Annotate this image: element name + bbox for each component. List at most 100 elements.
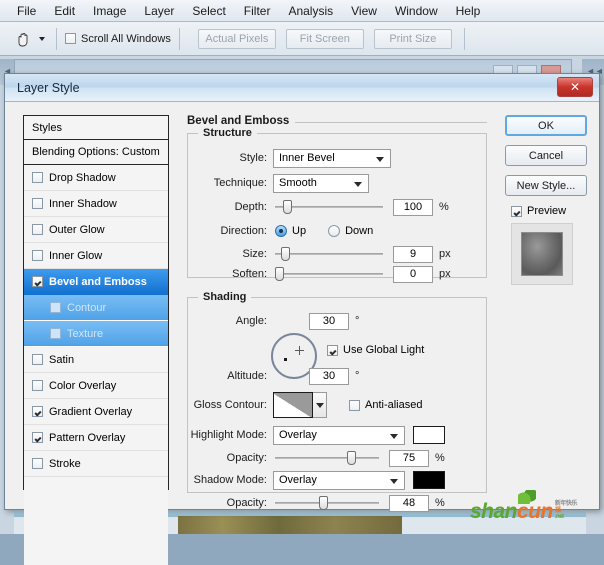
highlight-mode-value: Overlay <box>279 429 317 441</box>
styles-list-empty-space <box>24 477 168 565</box>
menu-item-edit[interactable]: Edit <box>45 0 84 22</box>
sidebar-item-inner-glow[interactable]: Inner Glow <box>24 243 168 269</box>
direction-down-radio[interactable]: Down <box>328 225 373 237</box>
fit-screen-button[interactable]: Fit Screen <box>285 28 364 49</box>
watermark-tag-1: 新年快乐 <box>554 500 578 507</box>
contour-checkbox[interactable] <box>50 302 61 313</box>
soften-slider-thumb[interactable] <box>275 267 284 281</box>
sidebar-item-texture[interactable]: Texture <box>24 321 168 347</box>
gloss-contour-chevron-down-icon[interactable] <box>313 392 327 418</box>
anti-aliased-checkbox[interactable]: Anti-aliased <box>349 399 422 411</box>
close-icon[interactable]: ✕ <box>557 77 593 97</box>
menu-item-help[interactable]: Help <box>447 0 490 22</box>
print-size-button[interactable]: Print Size <box>373 28 452 49</box>
hand-tool-icon[interactable] <box>10 27 36 51</box>
sidebar-item-drop-shadow[interactable]: Drop Shadow <box>24 165 168 191</box>
sidebar-item-stroke[interactable]: Stroke <box>24 451 168 477</box>
style-select[interactable]: Inner Bevel <box>273 148 391 168</box>
tool-preset-chevron-down-icon[interactable] <box>36 27 48 51</box>
sidebar-item-pattern-overlay[interactable]: Pattern Overlay <box>24 425 168 451</box>
actual-pixels-button[interactable]: Actual Pixels <box>197 28 276 49</box>
drop-shadow-checkbox[interactable] <box>32 172 43 183</box>
depth-unit: % <box>439 201 449 213</box>
outer-glow-checkbox[interactable] <box>32 224 43 235</box>
gloss-contour-picker[interactable] <box>273 392 327 418</box>
menu-item-window[interactable]: Window <box>386 0 447 22</box>
styles-list-header-label: Styles <box>32 121 62 134</box>
sidebar-item-gradient-overlay[interactable]: Gradient Overlay <box>24 399 168 425</box>
shadow-mode-value: Overlay <box>279 474 317 486</box>
color-overlay-checkbox[interactable] <box>32 380 43 391</box>
soften-input[interactable]: 0 <box>393 265 433 283</box>
shadow-opacity-slider-thumb[interactable] <box>319 496 328 510</box>
technique-label: Technique: <box>213 177 267 189</box>
sidebar-item-contour[interactable]: Contour <box>24 295 168 321</box>
chevron-down-icon <box>354 181 362 187</box>
size-slider-thumb[interactable] <box>281 247 290 261</box>
texture-checkbox[interactable] <box>50 328 61 339</box>
sidebar-item-blending-options[interactable]: Blending Options: Custom <box>24 140 168 165</box>
shadow-opacity-slider[interactable] <box>275 496 379 510</box>
menu-item-select[interactable]: Select <box>183 0 234 22</box>
shadow-opacity-row: Opacity: 48 % <box>187 494 487 512</box>
styles-list-panel: Styles Blending Options: Custom Drop Sha… <box>23 115 169 565</box>
soften-slider[interactable] <box>275 267 383 281</box>
menu-item-view[interactable]: View <box>342 0 386 22</box>
preview-checkbox[interactable]: Preview <box>511 205 587 217</box>
menu-bar: File Edit Image Layer Select Filter Anal… <box>0 0 604 22</box>
size-input[interactable]: 9 <box>393 245 433 263</box>
depth-input[interactable]: 100 <box>393 198 433 216</box>
ok-button[interactable]: OK <box>505 115 587 136</box>
dialog-body: Styles Blending Options: Custom Drop Sha… <box>5 102 599 565</box>
satin-checkbox[interactable] <box>32 354 43 365</box>
gloss-contour-curve-icon <box>274 393 312 417</box>
shadow-color-swatch[interactable] <box>413 471 445 489</box>
inner-shadow-checkbox[interactable] <box>32 198 43 209</box>
gloss-contour-swatch[interactable] <box>273 392 313 418</box>
bevel-and-emboss-checkbox[interactable] <box>32 276 43 287</box>
angle-input[interactable]: 30 <box>309 312 349 330</box>
watermark-tagline: 新年快乐 福 .net <box>554 500 578 522</box>
stroke-checkbox[interactable] <box>32 458 43 469</box>
photoshop-app-background: File Edit Image Layer Select Filter Anal… <box>0 0 604 565</box>
structure-legend: Structure <box>198 127 257 139</box>
highlight-opacity-slider[interactable] <box>275 451 379 465</box>
new-style-button[interactable]: New Style... <box>505 175 587 196</box>
depth-slider-thumb[interactable] <box>283 200 292 214</box>
anti-aliased-checkbox-box <box>349 399 360 411</box>
sidebar-item-bevel-and-emboss[interactable]: Bevel and Emboss <box>24 269 168 295</box>
menu-item-layer[interactable]: Layer <box>135 0 183 22</box>
altitude-input[interactable]: 30 <box>309 367 349 385</box>
sidebar-item-satin[interactable]: Satin <box>24 347 168 373</box>
highlight-color-swatch[interactable] <box>413 426 445 444</box>
gradient-overlay-checkbox[interactable] <box>32 406 43 417</box>
preview-label: Preview <box>527 205 567 217</box>
pattern-overlay-checkbox[interactable] <box>32 432 43 443</box>
sidebar-item-outer-glow[interactable]: Outer Glow <box>24 217 168 243</box>
watermark-tag-3: .net <box>554 514 564 521</box>
shadow-opacity-input[interactable]: 48 <box>389 494 429 512</box>
options-bar-divider-2 <box>178 27 180 50</box>
shadow-mode-select[interactable]: Overlay <box>273 470 405 490</box>
inner-glow-checkbox[interactable] <box>32 250 43 261</box>
sidebar-item-inner-shadow[interactable]: Inner Shadow <box>24 191 168 217</box>
menu-item-filter[interactable]: Filter <box>235 0 280 22</box>
cancel-button[interactable]: Cancel <box>505 145 587 166</box>
highlight-opacity-input[interactable]: 75 <box>389 449 429 467</box>
menu-item-image[interactable]: Image <box>84 0 135 22</box>
styles-list-header[interactable]: Styles <box>24 116 168 140</box>
use-global-light-checkbox[interactable]: Use Global Light <box>327 344 424 356</box>
technique-select[interactable]: Smooth <box>273 173 369 193</box>
dialog-titlebar[interactable]: Layer Style ✕ <box>5 74 599 102</box>
menu-item-file[interactable]: File <box>8 0 45 22</box>
depth-slider[interactable] <box>275 200 383 214</box>
scroll-all-windows-checkbox[interactable]: Scroll All Windows <box>65 33 171 45</box>
sidebar-item-color-overlay[interactable]: Color Overlay <box>24 373 168 399</box>
size-slider[interactable] <box>275 247 383 261</box>
chevron-down-icon <box>390 433 398 439</box>
highlight-mode-select[interactable]: Overlay <box>273 425 405 445</box>
direction-up-radio[interactable]: Up <box>275 225 306 237</box>
highlight-opacity-slider-thumb[interactable] <box>347 451 356 465</box>
soften-label: Soften: <box>232 268 267 280</box>
menu-item-analysis[interactable]: Analysis <box>279 0 342 22</box>
